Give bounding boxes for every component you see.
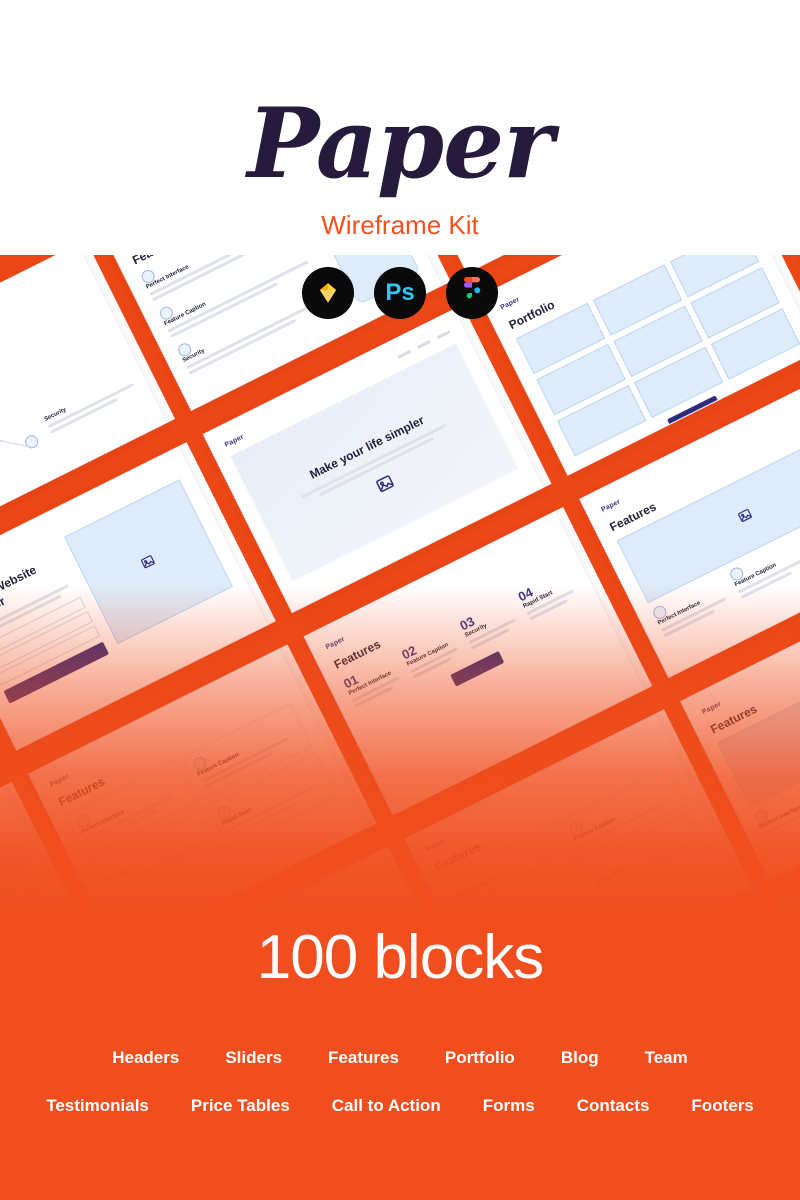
category-footers[interactable]: Footers [691,1096,753,1116]
page-title: Paper [247,87,554,200]
sketch-diamond-icon [319,283,337,303]
category-testimonials[interactable]: Testimonials [46,1096,149,1116]
category-features[interactable]: Features [328,1048,399,1068]
category-portfolio[interactable]: Portfolio [445,1048,515,1068]
category-price-tables[interactable]: Price Tables [191,1096,290,1116]
poster-root: Paper Features Perfect Interface Feature… [0,0,800,1200]
image-icon [738,508,752,522]
mockup-brand: Paper [223,433,246,449]
category-forms[interactable]: Forms [483,1096,535,1116]
category-sliders[interactable]: Sliders [225,1048,282,1068]
poster-header: Paper Wireframe Kit Ps [0,0,800,319]
photoshop-icon[interactable]: Ps [374,267,426,319]
format-icons: Ps [0,267,800,319]
category-row-1: Headers Sliders Features Portfolio Blog … [0,1048,800,1068]
category-contacts[interactable]: Contacts [577,1096,650,1116]
photoshop-label: Ps [385,279,415,306]
sketch-icon[interactable] [302,267,354,319]
blocks-count-title: 100 blocks [256,923,544,992]
category-row-2: Testimonials Price Tables Call to Action… [0,1096,800,1116]
image-icon [376,475,394,492]
figma-shapes-icon [464,277,481,299]
subtitle: Wireframe Kit [321,210,479,240]
category-headers[interactable]: Headers [112,1048,179,1068]
image-icon [141,555,156,569]
figma-icon[interactable] [446,267,498,319]
feature-title: Security [43,406,68,423]
category-team[interactable]: Team [645,1048,688,1068]
category-blog[interactable]: Blog [561,1048,599,1068]
feature-title: Perfect Interface [0,344,1,398]
category-call-to-action[interactable]: Call to Action [332,1096,441,1116]
